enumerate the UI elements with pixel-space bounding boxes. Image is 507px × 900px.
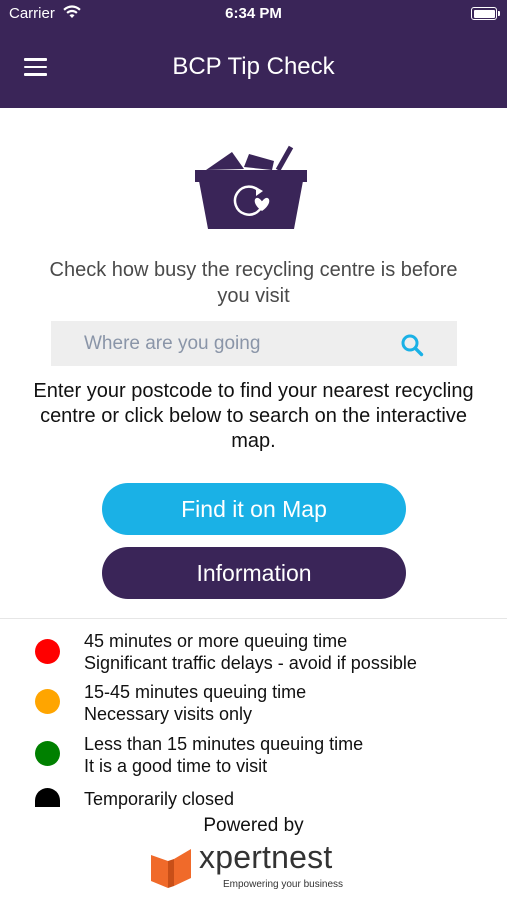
- page-title: BCP Tip Check: [172, 53, 335, 80]
- powered-by-label: Powered by: [203, 815, 304, 836]
- search-box: [51, 321, 457, 366]
- clock-time: 6:34 PM: [225, 5, 282, 22]
- legend-line: Temporarily closed: [84, 789, 235, 809]
- tagline: Check how busy the recycling centre is b…: [49, 259, 458, 307]
- brand-tagline: Empowering your business: [223, 879, 344, 890]
- status-dot-orange: [35, 689, 60, 714]
- xpertnest-logo: xpertnest Empowering your business: [148, 839, 358, 892]
- instructions-text: Enter your postcode to find your nearest…: [33, 380, 474, 452]
- status-dot-green: [35, 741, 60, 766]
- status-bar: Carrier 6:34 PM: [0, 0, 507, 30]
- status-dot-black: [35, 788, 60, 807]
- legend-line: It is a good time to visit: [84, 756, 268, 776]
- legend-line: Significant traffic delays - avoid if po…: [84, 653, 417, 673]
- status-dot-red: [35, 639, 60, 664]
- legend-line: Necessary visits only: [84, 704, 253, 724]
- search-input[interactable]: [51, 321, 391, 366]
- legend-line: 15-45 minutes queuing time: [84, 682, 307, 702]
- legend-line: 45 minutes or more queuing time: [84, 631, 348, 651]
- find-on-map-button[interactable]: Find it on Map: [102, 483, 406, 535]
- recycling-basket-icon: [195, 145, 307, 229]
- nav-bar: BCP Tip Check: [0, 30, 507, 108]
- search-icon[interactable]: [400, 333, 424, 357]
- information-button[interactable]: Information: [102, 547, 406, 599]
- battery-icon: [471, 7, 500, 20]
- brand-name: xpertnest: [199, 839, 333, 875]
- divider: [0, 618, 507, 619]
- xpertnest-logo-icon: [151, 849, 191, 888]
- legend-line: Less than 15 minutes queuing time: [84, 734, 364, 754]
